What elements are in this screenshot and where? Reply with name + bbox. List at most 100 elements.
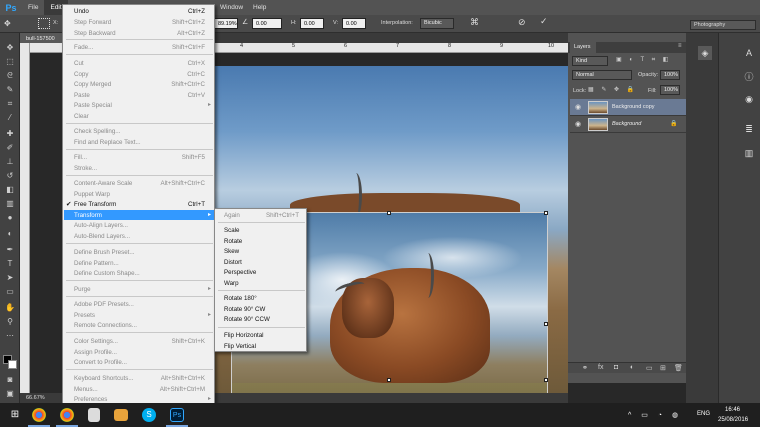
menu-flip-horizontal[interactable]: Flip Horizontal xyxy=(216,330,307,341)
system-tray-icons[interactable]: ^ ▭ ◔ ◍ xyxy=(628,411,682,419)
character-dock-icon[interactable]: A xyxy=(742,46,756,60)
history-brush-icon[interactable]: ↺ xyxy=(4,171,16,180)
info-dock-icon[interactable]: ⓘ xyxy=(742,70,756,84)
interpolation-select[interactable]: Bicubic xyxy=(420,18,454,29)
transform-handle[interactable] xyxy=(544,211,548,215)
menu-find-replace[interactable]: Find and Replace Text... xyxy=(64,137,215,148)
cancel-transform-icon[interactable]: ⊘ xyxy=(518,17,526,28)
new-group-icon[interactable]: ▭ xyxy=(646,364,653,372)
layer-row-background[interactable]: ◉ Background 🔒 xyxy=(570,116,686,133)
menu-perspective[interactable]: Perspective xyxy=(216,267,307,278)
crop-tool-icon[interactable]: ⌗ xyxy=(4,99,16,108)
transform-handle[interactable] xyxy=(387,378,391,382)
visibility-eye-icon[interactable]: ◉ xyxy=(575,120,581,128)
layer-row-background-copy[interactable]: ◉ Background copy xyxy=(570,99,686,116)
menu-keyboard-shortcuts[interactable]: Keyboard Shortcuts... Alt+Shift+Ctrl+K xyxy=(64,373,215,384)
menu-remote-connections[interactable]: Remote Connections... xyxy=(64,320,215,331)
pen-tool-icon[interactable]: ✒ xyxy=(4,245,16,254)
menu-pdf-presets[interactable]: Adobe PDF Presets... xyxy=(64,299,215,310)
shape-tool-icon[interactable]: ▭ xyxy=(4,287,16,296)
transform-handle[interactable] xyxy=(544,322,548,326)
menu-distort[interactable]: Distort xyxy=(216,257,307,268)
link-layers-icon[interactable]: ⚭ xyxy=(582,364,588,372)
move-tool-icon[interactable]: ✥ xyxy=(4,43,16,52)
menu-undo[interactable]: Undo Ctrl+Z xyxy=(64,6,215,17)
delete-layer-icon[interactable]: 🗑 xyxy=(674,364,683,372)
menu-content-aware-scale[interactable]: Content-Aware Scale Alt+Shift+Ctrl+C xyxy=(64,178,215,189)
menu-skew[interactable]: Skew xyxy=(216,246,307,257)
opacity-field[interactable]: 100% xyxy=(660,70,680,80)
brush-tool-icon[interactable]: ✐ xyxy=(4,143,16,152)
menu-cut[interactable]: Cut Ctrl+X xyxy=(64,58,215,69)
menu-paste[interactable]: Paste Ctrl+V xyxy=(64,90,215,101)
menu-flip-vertical[interactable]: Flip Vertical xyxy=(216,341,307,352)
menu-free-transform[interactable]: ✔ Free Transform Ctrl+T xyxy=(64,199,215,210)
menu-stroke[interactable]: Stroke... xyxy=(64,163,215,174)
menu-define-shape[interactable]: Define Custom Shape... xyxy=(64,268,215,279)
menu-warp[interactable]: Warp xyxy=(216,278,307,289)
hand-tool-icon[interactable]: ✋ xyxy=(4,303,16,312)
reference-point-icon[interactable] xyxy=(38,18,50,29)
transform-handle[interactable] xyxy=(544,378,548,382)
h-skew-field[interactable]: 0.00 xyxy=(300,18,324,29)
language-indicator[interactable]: ENG xyxy=(697,411,710,417)
dodge-tool-icon[interactable]: ◐ xyxy=(4,229,16,238)
layer-style-icon[interactable]: fx xyxy=(598,364,603,371)
menu-assign-profile[interactable]: Assign Profile... xyxy=(64,347,215,358)
menu-purge[interactable]: Purge ▸ xyxy=(64,284,215,295)
properties-dock-icon[interactable]: ≣ xyxy=(742,122,756,136)
menu-auto-align[interactable]: Auto-Align Layers... xyxy=(64,220,215,231)
type-tool-icon[interactable]: T xyxy=(4,259,16,268)
screen-mode-icon[interactable]: ▣ xyxy=(4,389,16,398)
media-player-icon[interactable] xyxy=(114,409,128,421)
clock-date[interactable]: 25/08/2016 xyxy=(718,417,748,423)
eraser-tool-icon[interactable]: ◧ xyxy=(4,185,16,194)
zoom-tool-icon[interactable]: ⚲ xyxy=(4,317,16,326)
background-color-swatch[interactable] xyxy=(8,360,17,369)
menu-again[interactable]: Again Shift+Ctrl+T xyxy=(216,210,307,221)
photoshop-taskbar-icon[interactable]: Ps xyxy=(170,408,184,422)
menu-fade[interactable]: Fade... Shift+Ctrl+F xyxy=(64,42,215,53)
menu-color-settings[interactable]: Color Settings... Shift+Ctrl+K xyxy=(64,336,215,347)
file-icon[interactable] xyxy=(88,408,100,422)
layers-tab[interactable]: Layers xyxy=(570,42,596,53)
clock-time[interactable]: 16:46 xyxy=(725,407,740,413)
v-skew-field[interactable]: 0.00 xyxy=(342,18,366,29)
marquee-tool-icon[interactable]: ⬚ xyxy=(4,57,16,66)
menu-convert-profile[interactable]: Convert to Profile... xyxy=(64,357,215,368)
menu-file[interactable]: File xyxy=(22,0,44,15)
angle-field[interactable]: 0.00 xyxy=(252,18,282,29)
clone-stamp-icon[interactable]: ⊥ xyxy=(4,157,16,166)
filter-kind-select[interactable]: Kind xyxy=(572,56,608,66)
gradient-tool-icon[interactable]: ▥ xyxy=(4,199,16,208)
menu-copy-merged[interactable]: Copy Merged Shift+Ctrl+C xyxy=(64,79,215,90)
lasso-tool-icon[interactable]: ᘓ xyxy=(4,71,16,80)
visibility-eye-icon[interactable]: ◉ xyxy=(575,103,581,111)
menu-rotate-180[interactable]: Rotate 180° xyxy=(216,293,307,304)
width-field[interactable]: 89.19% xyxy=(214,18,238,29)
commit-transform-icon[interactable]: ✓ xyxy=(540,16,548,27)
menu-rotate-90-ccw[interactable]: Rotate 90° CCW xyxy=(216,314,307,325)
skype-icon[interactable]: S xyxy=(142,408,156,422)
new-layer-icon[interactable]: ⊞ xyxy=(660,364,666,372)
layers-dock-icon[interactable]: ◈ xyxy=(698,46,712,60)
fill-field[interactable]: 100% xyxy=(660,85,680,95)
quick-mask-icon[interactable]: ◙ xyxy=(4,375,16,384)
menu-paste-special[interactable]: Paste Special ▸ xyxy=(64,100,215,111)
windows-start-icon[interactable]: ⊞ xyxy=(6,406,24,424)
chrome-icon[interactable] xyxy=(60,408,74,422)
more-tools-icon[interactable]: ⋯ xyxy=(4,331,16,340)
menu-puppet-warp[interactable]: Puppet Warp xyxy=(64,189,215,200)
menu-transform[interactable]: Transform ▸ xyxy=(64,209,215,220)
menu-window[interactable]: Window xyxy=(214,0,249,15)
menu-auto-blend[interactable]: Auto-Blend Layers... xyxy=(64,231,215,242)
quick-select-tool-icon[interactable]: ✎ xyxy=(4,85,16,94)
blur-tool-icon[interactable]: ● xyxy=(4,213,16,222)
adjustment-layer-icon[interactable]: ◐ xyxy=(630,364,634,371)
path-select-icon[interactable]: ➤ xyxy=(4,273,16,282)
warp-mode-icon[interactable]: ⌘ xyxy=(470,17,479,28)
add-mask-icon[interactable]: ◘ xyxy=(614,364,618,371)
workspace-select[interactable]: Photography xyxy=(690,20,756,30)
menu-step-backward[interactable]: Step Backward Alt+Ctrl+Z xyxy=(64,28,215,39)
adjustments-dock-icon[interactable]: ◉ xyxy=(742,92,756,106)
